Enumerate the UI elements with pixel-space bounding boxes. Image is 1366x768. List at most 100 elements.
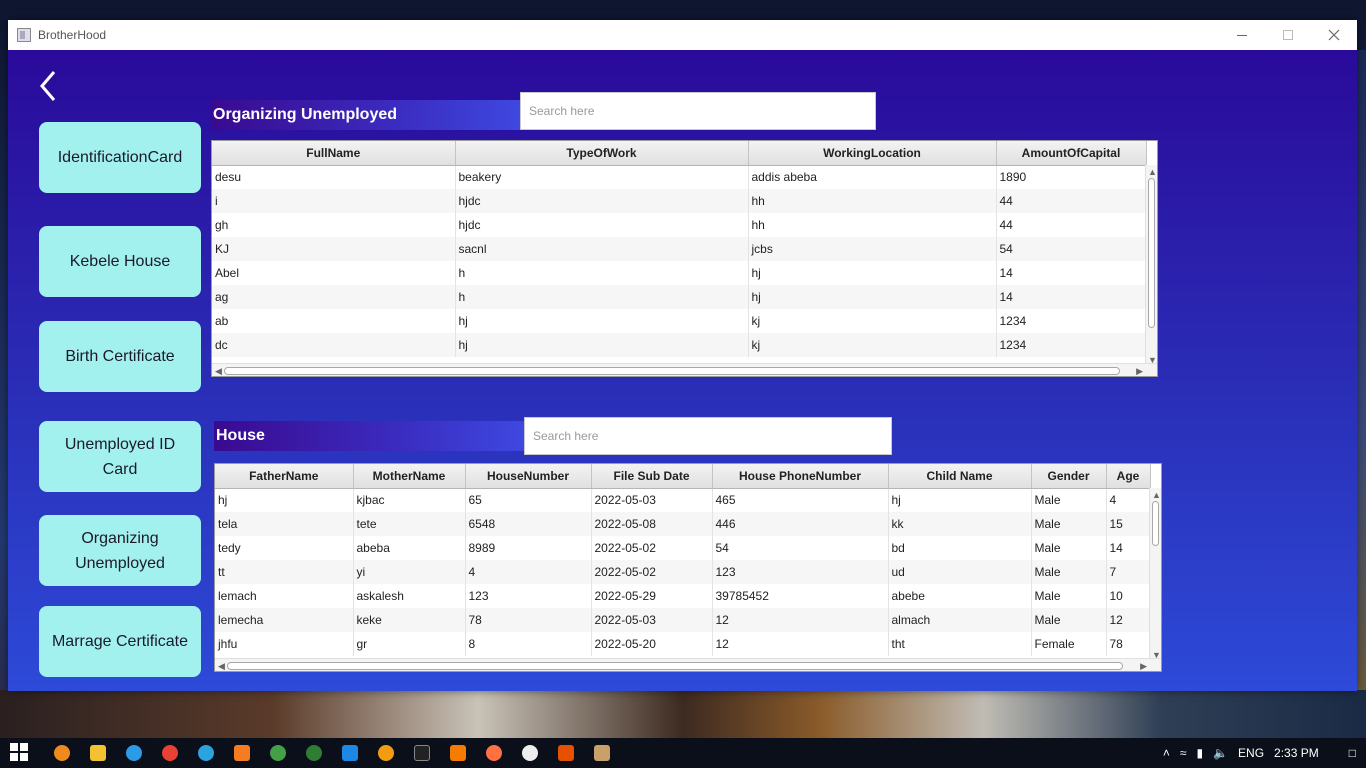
file-explorer-icon[interactable] bbox=[90, 745, 106, 761]
telegram-icon[interactable] bbox=[198, 745, 214, 761]
table-cell: 123 bbox=[712, 560, 889, 584]
sidebar-item-marrage-certificate[interactable]: Marrage Certificate bbox=[39, 606, 201, 677]
chevron-up-icon[interactable]: ˄ bbox=[1163, 746, 1170, 760]
column-header[interactable]: Gender bbox=[1031, 464, 1107, 489]
system-tray: ˄ ≈ ▮ 🔈 ENG 2:33 PM □ bbox=[1163, 746, 1366, 760]
table-header-row: FullName TypeOfWork WorkingLocation AmountO… bbox=[212, 141, 1147, 166]
notification-icon[interactable]: □ bbox=[1349, 746, 1356, 760]
vlc-icon[interactable] bbox=[450, 745, 466, 761]
title-bar: BrotherHood bbox=[8, 20, 1357, 50]
table-row[interactable]: hj kjbac 65 2022-05-03 465 hj Male 4 bbox=[215, 488, 1151, 512]
table-row[interactable]: tedy abeba 8989 2022-05-02 54 bd Male 14 bbox=[215, 536, 1151, 560]
atom-icon[interactable] bbox=[306, 745, 322, 761]
edge-browser-icon[interactable] bbox=[126, 745, 142, 761]
battery-icon[interactable]: ▮ bbox=[1196, 746, 1203, 760]
table-cell: Male bbox=[1031, 608, 1107, 632]
unemployed-table: FullName TypeOfWork WorkingLocation AmountO… bbox=[211, 140, 1158, 377]
column-header[interactable]: FatherName bbox=[215, 464, 354, 489]
vscode-icon[interactable] bbox=[342, 745, 358, 761]
table-row[interactable]: ab hj kj 1234 bbox=[212, 309, 1147, 333]
column-header[interactable]: TypeOfWork bbox=[455, 141, 749, 166]
table-cell: KJ bbox=[212, 237, 456, 261]
table-cell: beakery bbox=[455, 165, 749, 189]
column-header[interactable]: File Sub Date bbox=[591, 464, 713, 489]
search-tool-icon[interactable] bbox=[486, 745, 502, 761]
table-cell: 4 bbox=[465, 560, 592, 584]
scroll-thumb[interactable] bbox=[1148, 178, 1155, 328]
table-row[interactable]: gh hjdc hh 44 bbox=[212, 213, 1147, 237]
column-header[interactable]: Child Name bbox=[888, 464, 1032, 489]
unemployed-horizontal-scrollbar[interactable]: ◀ ▶ bbox=[212, 363, 1157, 376]
table-row[interactable]: i hjdc hh 44 bbox=[212, 189, 1147, 213]
scroll-thumb[interactable] bbox=[227, 662, 1123, 670]
column-header[interactable]: MotherName bbox=[353, 464, 466, 489]
table-cell: hj bbox=[455, 333, 749, 357]
table-cell: tedy bbox=[215, 536, 354, 560]
table-row[interactable]: tt yi 4 2022-05-02 123 ud Male 7 bbox=[215, 560, 1151, 584]
table-row[interactable]: KJ sacnl jcbs 54 bbox=[212, 237, 1147, 261]
table-cell: askalesh bbox=[353, 584, 466, 608]
column-header[interactable]: HouseNumber bbox=[465, 464, 592, 489]
table-cell: 12 bbox=[712, 632, 889, 656]
xampp-icon[interactable] bbox=[558, 745, 574, 761]
sync-app-icon[interactable] bbox=[270, 745, 286, 761]
table-cell: jcbs bbox=[748, 237, 997, 261]
house-search-input[interactable] bbox=[524, 417, 892, 455]
table-cell: 14 bbox=[1106, 536, 1151, 560]
chrome-browser-icon[interactable] bbox=[162, 745, 178, 761]
app-launcher-icon[interactable] bbox=[54, 745, 70, 761]
window-title: BrotherHood bbox=[38, 28, 107, 42]
intellij-icon[interactable] bbox=[414, 745, 430, 761]
column-header[interactable]: FullName bbox=[212, 141, 456, 166]
sidebar-item-identification-card[interactable]: IdentificationCard bbox=[39, 122, 201, 193]
house-section-title: House bbox=[214, 421, 525, 451]
unemployed-search-input[interactable] bbox=[520, 92, 876, 130]
table-row[interactable]: lemach askalesh 123 2022-05-29 39785452 abebe… bbox=[215, 584, 1151, 608]
column-header[interactable]: WorkingLocation bbox=[748, 141, 997, 166]
table-cell: 10 bbox=[1106, 584, 1151, 608]
column-header[interactable]: Age bbox=[1106, 464, 1151, 489]
obs-icon[interactable] bbox=[522, 745, 538, 761]
table-row[interactable]: ag h hj 14 bbox=[212, 285, 1147, 309]
sidebar-item-organizing-unemployed[interactable]: Organizing Unemployed bbox=[39, 515, 201, 586]
app-window: BrotherHood IdentificationCard Kebele Ho… bbox=[8, 20, 1357, 691]
table-row[interactable]: jhfu gr 8 2022-05-20 12 tht Female 78 bbox=[215, 632, 1151, 656]
windows-start-button[interactable] bbox=[10, 743, 30, 763]
minimize-button[interactable] bbox=[1219, 20, 1265, 50]
table-cell: 44 bbox=[996, 189, 1147, 213]
table-cell: Male bbox=[1031, 536, 1107, 560]
table-cell: addis abeba bbox=[748, 165, 997, 189]
column-header[interactable]: House PhoneNumber bbox=[712, 464, 889, 489]
table-cell: ag bbox=[212, 285, 456, 309]
house-vertical-scrollbar[interactable]: ▲ ▼ bbox=[1149, 488, 1161, 660]
table-cell: Male bbox=[1031, 560, 1107, 584]
table-row[interactable]: desu beakery addis abeba 1890 bbox=[212, 165, 1147, 189]
sidebar-item-kebele-house[interactable]: Kebele House bbox=[39, 226, 201, 297]
sidebar-item-birth-certificate[interactable]: Birth Certificate bbox=[39, 321, 201, 392]
volume-icon[interactable]: 🔈 bbox=[1213, 746, 1228, 760]
scroll-thumb[interactable] bbox=[224, 367, 1120, 375]
java-app-icon[interactable] bbox=[594, 745, 610, 761]
wifi-icon[interactable]: ≈ bbox=[1180, 746, 1187, 760]
column-header[interactable]: AmountOfCapital bbox=[996, 141, 1147, 166]
unemployed-vertical-scrollbar[interactable]: ▲ ▼ bbox=[1145, 165, 1157, 365]
table-cell: 2022-05-02 bbox=[591, 560, 713, 584]
table-row[interactable]: lemecha keke 78 2022-05-03 12 almach Male 12 bbox=[215, 608, 1151, 632]
scroll-thumb[interactable] bbox=[1152, 501, 1159, 546]
close-button[interactable] bbox=[1311, 20, 1357, 50]
table-cell: 78 bbox=[465, 608, 592, 632]
maximize-button[interactable] bbox=[1265, 20, 1311, 50]
sidebar-item-unemployed-id-card[interactable]: Unemployed ID Card bbox=[39, 421, 201, 492]
table-cell: 12 bbox=[712, 608, 889, 632]
blender-icon[interactable] bbox=[378, 745, 394, 761]
sublime-text-icon[interactable] bbox=[234, 745, 250, 761]
table-row[interactable]: dc hj kj 1234 bbox=[212, 333, 1147, 357]
clock[interactable]: 2:33 PM bbox=[1274, 746, 1319, 760]
table-row[interactable]: Abel h hj 14 bbox=[212, 261, 1147, 285]
table-cell: jhfu bbox=[215, 632, 354, 656]
back-button[interactable] bbox=[34, 68, 64, 104]
table-row[interactable]: tela tete 6548 2022-05-08 446 kk Male 15 bbox=[215, 512, 1151, 536]
language-indicator[interactable]: ENG bbox=[1238, 746, 1264, 760]
house-horizontal-scrollbar[interactable]: ◀ ▶ bbox=[215, 658, 1161, 671]
table-cell: ud bbox=[888, 560, 1032, 584]
